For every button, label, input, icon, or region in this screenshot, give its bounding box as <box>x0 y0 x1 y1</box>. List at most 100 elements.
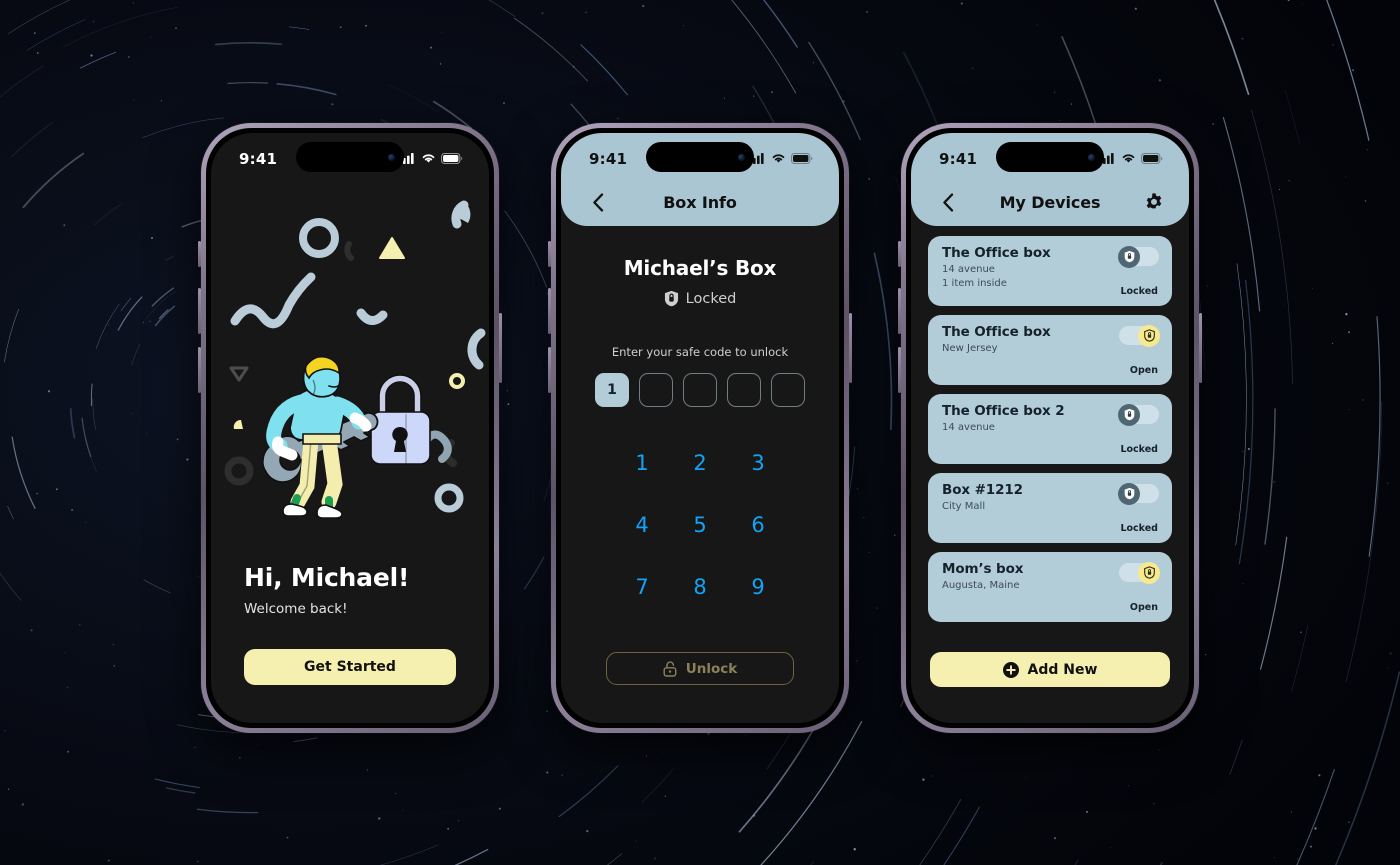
battery-icon <box>441 153 463 164</box>
page-title: Box Info <box>663 192 737 212</box>
chevron-left-icon <box>943 192 954 212</box>
dynamic-island <box>646 142 754 172</box>
hero-illustration <box>211 348 489 519</box>
plus-circle-icon <box>1002 661 1019 678</box>
pin-digit-1[interactable]: 1 <box>595 373 629 407</box>
device-card[interactable]: The Office box 2 14 avenue Locked <box>928 394 1172 464</box>
keypad-key-9[interactable]: 9 <box>729 575 787 599</box>
phone-box-info: 9:41 Box Info Michael’s Box Locked Enter… <box>548 123 852 733</box>
nav-row: My Devices <box>911 180 1189 224</box>
device-lock-toggle[interactable] <box>1119 324 1160 347</box>
shield-lock-icon <box>1143 329 1155 342</box>
pin-hint: Enter your safe code to unlock <box>611 345 789 359</box>
keypad-key-5[interactable]: 5 <box>671 513 729 537</box>
keypad-key-1[interactable]: 1 <box>613 451 671 475</box>
device-card[interactable]: The Office box 14 avenue 1 item inside Lock… <box>928 236 1172 306</box>
toggle-knob <box>1118 245 1140 268</box>
volume-down-button[interactable] <box>548 347 551 393</box>
welcome-copy: Hi, Michael! Welcome back! <box>244 563 456 617</box>
get-started-button[interactable]: Get Started <box>244 649 456 685</box>
status-time: 9:41 <box>939 149 978 168</box>
shield-lock-icon <box>1124 408 1134 421</box>
pin-digit-5[interactable] <box>771 373 805 407</box>
device-state-label: Open <box>1129 365 1158 376</box>
volume-up-button[interactable] <box>198 288 201 334</box>
phone-bezel: 9:41 <box>556 128 844 728</box>
pin-digit-2[interactable] <box>639 373 673 407</box>
device-lock-toggle[interactable] <box>1118 482 1159 505</box>
page-title: My Devices <box>999 192 1101 212</box>
device-card[interactable]: Box #1212 City Mall Locked <box>928 473 1172 543</box>
wifi-icon <box>422 154 435 163</box>
front-camera-icon <box>1088 153 1095 161</box>
status-bar: 9:41 <box>561 133 839 180</box>
wifi-icon <box>1122 154 1135 163</box>
keypad-key-6[interactable]: 6 <box>729 513 787 537</box>
keypad-key-3[interactable]: 3 <box>729 451 787 475</box>
unlock-button[interactable]: Unlock <box>606 652 794 685</box>
person-with-key-and-padlock-icon <box>261 355 431 519</box>
greeting-text: Hi, Michael! <box>244 563 410 592</box>
device-state-label: Open <box>1129 602 1158 613</box>
pin-digit-3[interactable] <box>683 373 717 407</box>
status-icons <box>399 153 463 164</box>
back-button[interactable] <box>587 191 609 213</box>
toggle-knob <box>1118 403 1140 426</box>
phone-bezel: 9:41 <box>206 128 494 728</box>
keypad-key-8[interactable]: 8 <box>671 575 729 599</box>
get-started-label: Get Started <box>304 659 396 675</box>
front-camera-icon <box>388 153 395 161</box>
keypad-key-2[interactable]: 2 <box>671 451 729 475</box>
device-state-label: Locked <box>1120 286 1158 297</box>
add-new-label: Add New <box>1027 661 1098 678</box>
chevron-left-icon <box>593 192 604 212</box>
toggle-knob <box>1138 324 1160 347</box>
battery-icon <box>791 153 813 164</box>
mute-switch[interactable] <box>198 241 201 267</box>
device-lock-toggle[interactable] <box>1118 403 1159 426</box>
back-button[interactable] <box>937 191 959 213</box>
keypad-key-4[interactable]: 4 <box>613 513 671 537</box>
screen-box-info: 9:41 Box Info Michael’s Box Locked Enter… <box>561 133 839 723</box>
status-icons <box>749 153 813 164</box>
toggle-knob <box>1138 561 1160 584</box>
screenshot-stage: 9:41 Hi, Michael! Welcome back! Get Star… <box>0 0 1400 865</box>
volume-up-button[interactable] <box>898 288 901 334</box>
power-button[interactable] <box>1199 313 1202 383</box>
shield-lock-icon <box>1124 250 1134 263</box>
volume-down-button[interactable] <box>898 347 901 393</box>
device-lock-toggle[interactable] <box>1118 245 1159 268</box>
shield-lock-icon <box>664 290 678 307</box>
shield-lock-icon <box>1143 566 1155 579</box>
device-list[interactable]: The Office box 14 avenue 1 item inside Lock… <box>928 236 1172 635</box>
screen-welcome: 9:41 Hi, Michael! Welcome back! Get Star… <box>211 133 489 723</box>
device-lock-toggle[interactable] <box>1119 561 1160 584</box>
pin-digit-4[interactable] <box>727 373 761 407</box>
status-time: 9:41 <box>589 149 628 168</box>
wifi-icon <box>772 154 785 163</box>
pin-input-row: 1 <box>561 373 839 407</box>
gear-icon <box>1146 193 1162 209</box>
keypad-key-7[interactable]: 7 <box>613 575 671 599</box>
shield-lock-icon <box>1124 487 1134 500</box>
status-icons <box>1099 153 1163 164</box>
mute-switch[interactable] <box>548 241 551 267</box>
nav-header: 9:41 <box>561 133 839 226</box>
device-state-label: Locked <box>1120 523 1158 534</box>
box-state-label: Locked <box>685 290 737 307</box>
status-bar: 9:41 <box>911 133 1189 180</box>
phone-bezel: 9:41 <box>906 128 1194 728</box>
device-state-label: Locked <box>1120 444 1158 455</box>
device-card[interactable]: The Office box New Jersey Open <box>928 315 1172 385</box>
power-button[interactable] <box>849 313 852 383</box>
volume-up-button[interactable] <box>548 288 551 334</box>
status-bar: 9:41 <box>211 133 489 180</box>
mute-switch[interactable] <box>898 241 901 267</box>
power-button[interactable] <box>499 313 502 383</box>
welcome-subtitle: Welcome back! <box>244 601 348 617</box>
battery-icon <box>1141 153 1163 164</box>
settings-button[interactable] <box>1144 192 1164 212</box>
device-card[interactable]: Mom’s box Augusta, Maine Open <box>928 552 1172 622</box>
volume-down-button[interactable] <box>198 347 201 393</box>
add-new-button[interactable]: Add New <box>930 652 1170 687</box>
